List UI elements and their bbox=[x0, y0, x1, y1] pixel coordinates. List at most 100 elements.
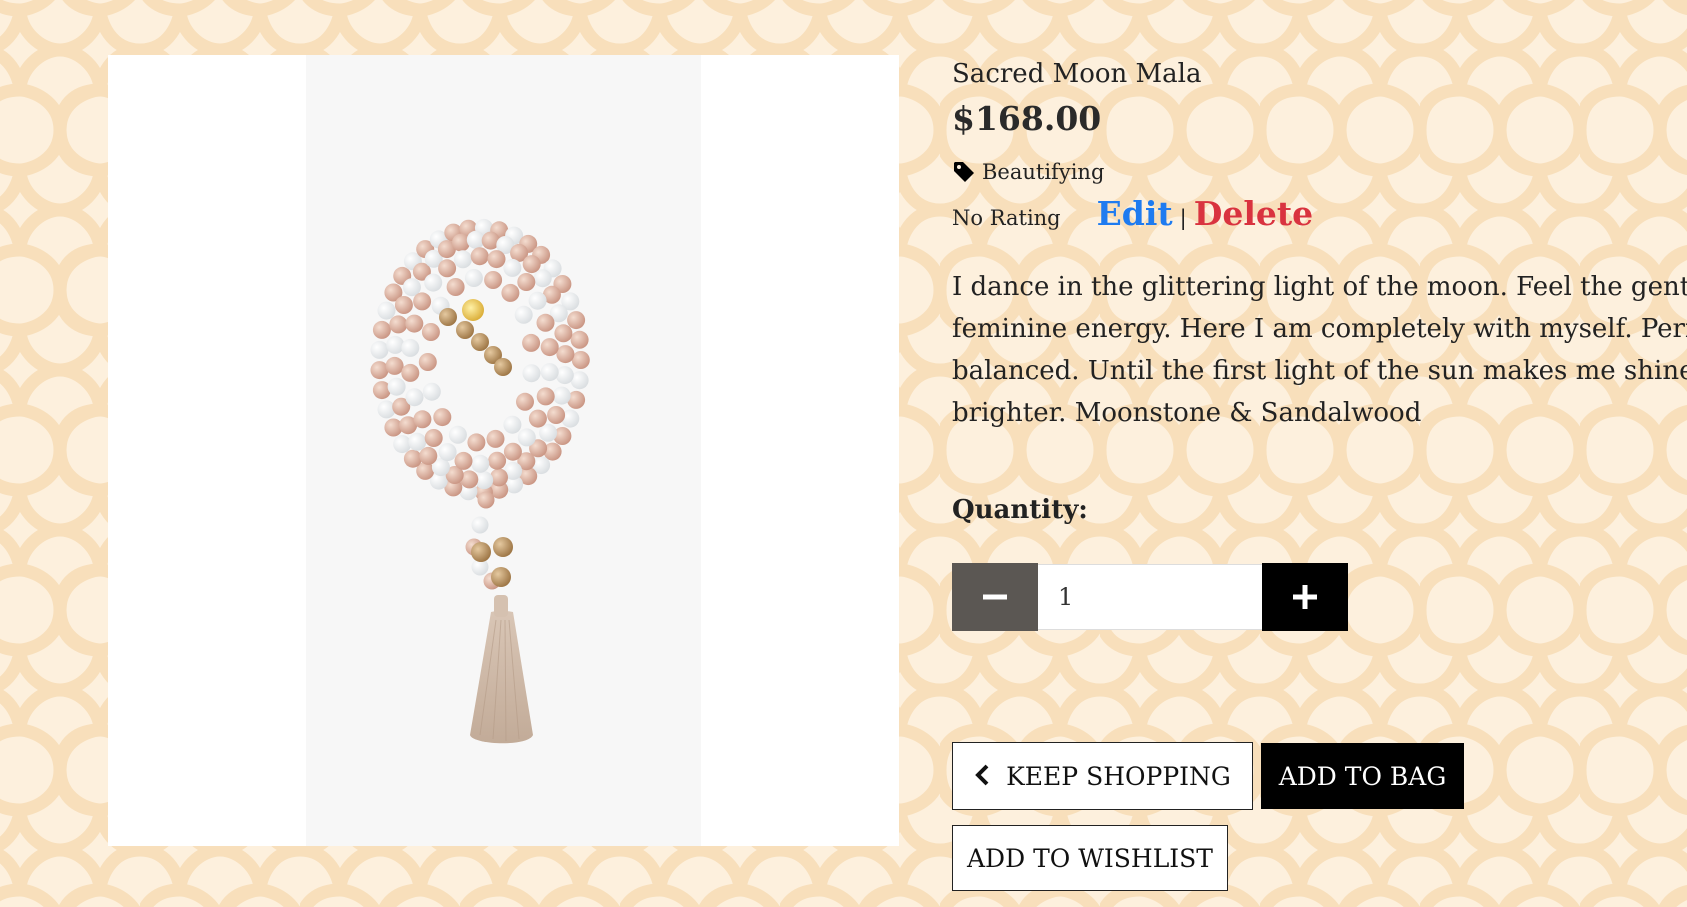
bead bbox=[522, 255, 541, 274]
bead bbox=[372, 320, 391, 339]
description-line: brighter. Moonstone & Sandalwood bbox=[952, 398, 1422, 428]
bead bbox=[517, 428, 536, 447]
plus-icon bbox=[1293, 585, 1317, 609]
bead bbox=[536, 387, 555, 406]
bead bbox=[470, 247, 489, 266]
bead bbox=[424, 273, 443, 292]
bead bbox=[484, 271, 503, 289]
bead bbox=[387, 377, 406, 396]
bead bbox=[536, 313, 555, 332]
bead bbox=[408, 432, 427, 451]
quantity-input[interactable] bbox=[1038, 564, 1262, 630]
bead bbox=[401, 363, 420, 382]
bead bbox=[422, 382, 441, 401]
bead bbox=[540, 338, 559, 357]
delete-link[interactable]: Delete bbox=[1194, 194, 1313, 233]
bead bbox=[486, 429, 505, 448]
bead bbox=[413, 292, 432, 311]
bead bbox=[471, 542, 491, 562]
bead bbox=[439, 308, 457, 326]
bead bbox=[491, 567, 511, 587]
bead bbox=[503, 415, 522, 434]
bead bbox=[405, 314, 424, 333]
bead bbox=[403, 449, 422, 468]
bead bbox=[514, 305, 533, 324]
bead bbox=[533, 269, 552, 288]
bead bbox=[438, 259, 457, 278]
add-to-bag-button[interactable]: ADD TO BAG bbox=[1261, 743, 1464, 809]
bead bbox=[471, 454, 490, 473]
chevron-left-icon bbox=[974, 763, 990, 792]
bead bbox=[503, 442, 522, 461]
bead bbox=[377, 301, 396, 320]
bead bbox=[503, 258, 522, 277]
quantity-label: Quantity: bbox=[952, 495, 1088, 525]
category-link[interactable]: Beautifying bbox=[982, 160, 1104, 184]
bead bbox=[401, 338, 420, 357]
bead bbox=[471, 333, 489, 351]
bead bbox=[419, 446, 438, 465]
bead bbox=[517, 273, 536, 291]
bead bbox=[433, 408, 452, 427]
bead bbox=[501, 283, 520, 302]
bead bbox=[456, 321, 474, 339]
bead bbox=[540, 363, 559, 382]
tassel-cap bbox=[494, 595, 508, 617]
description-line: balanced. Until the first light of the s… bbox=[952, 356, 1687, 386]
bead bbox=[528, 409, 547, 428]
bead bbox=[394, 296, 413, 314]
bead bbox=[393, 435, 412, 454]
bead bbox=[424, 429, 443, 447]
product-name: Sacred Moon Mala bbox=[952, 59, 1202, 89]
tag-icon bbox=[952, 160, 976, 184]
bead bbox=[570, 330, 589, 349]
bead bbox=[438, 443, 457, 462]
rating-text: No Rating bbox=[952, 206, 1061, 230]
bead bbox=[494, 358, 512, 376]
category-row: Beautifying bbox=[952, 158, 1104, 186]
bead bbox=[516, 392, 534, 411]
bead bbox=[555, 366, 574, 385]
keep-shopping-button[interactable]: KEEP SHOPPING bbox=[952, 742, 1253, 810]
product-price: $168.00 bbox=[952, 99, 1102, 138]
bead bbox=[370, 361, 389, 380]
bead bbox=[571, 351, 590, 369]
bead bbox=[413, 410, 432, 429]
bead bbox=[385, 356, 404, 375]
edit-link[interactable]: Edit bbox=[1097, 194, 1173, 233]
bead bbox=[567, 311, 586, 330]
bead bbox=[389, 315, 408, 334]
bead bbox=[556, 345, 575, 364]
bead bbox=[418, 353, 437, 371]
bead bbox=[522, 333, 541, 352]
bead bbox=[462, 299, 484, 321]
decrease-quantity-button[interactable] bbox=[952, 563, 1038, 631]
bead bbox=[528, 291, 547, 310]
bead bbox=[471, 516, 489, 534]
mala-necklace-illustration bbox=[370, 218, 590, 744]
bead bbox=[467, 433, 486, 452]
description-line: I dance in the glittering light of the m… bbox=[952, 272, 1687, 302]
minus-icon bbox=[983, 594, 1007, 600]
bead bbox=[488, 451, 507, 470]
bead bbox=[370, 340, 389, 359]
bead bbox=[522, 364, 541, 383]
product-image bbox=[108, 55, 899, 846]
bead bbox=[454, 451, 473, 470]
description-line: feminine energy. Here I am completely wi… bbox=[952, 314, 1687, 344]
action-buttons: KEEP SHOPPING ADD TO BAG bbox=[952, 742, 1464, 810]
tassel bbox=[470, 610, 533, 744]
product-description: I dance in the glittering light of the m… bbox=[952, 266, 1687, 434]
keep-shopping-label: KEEP SHOPPING bbox=[1006, 761, 1231, 791]
quantity-stepper bbox=[952, 563, 1348, 631]
bead bbox=[448, 425, 467, 444]
bead bbox=[547, 406, 566, 424]
bead bbox=[421, 323, 440, 341]
bead bbox=[386, 335, 405, 354]
bead bbox=[493, 537, 513, 557]
add-to-wishlist-button[interactable]: ADD TO WISHLIST bbox=[952, 825, 1228, 891]
rating-row: No Rating Edit | Delete bbox=[952, 191, 1313, 235]
increase-quantity-button[interactable] bbox=[1262, 563, 1348, 631]
bead bbox=[487, 250, 506, 269]
bead bbox=[453, 250, 472, 269]
